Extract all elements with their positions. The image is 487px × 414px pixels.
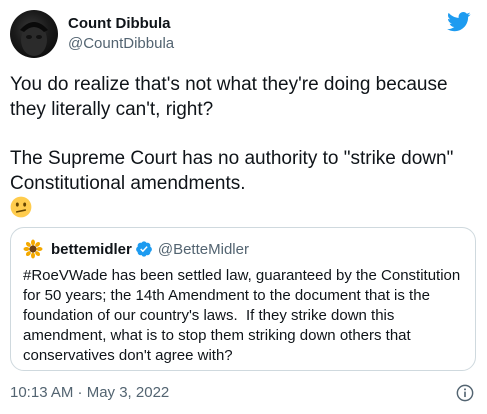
info-icon[interactable]: [456, 384, 474, 402]
quoted-tweet[interactable]: bettemidler @BetteMidler #RoeVWade has b…: [10, 227, 476, 371]
verified-badge-icon: [135, 241, 152, 257]
author-names: Count Dibbula @CountDibbula: [68, 14, 174, 54]
quoted-author-handle[interactable]: @BetteMidler: [158, 241, 249, 258]
author-avatar[interactable]: [10, 10, 58, 58]
author-handle[interactable]: @CountDibbula: [68, 34, 174, 54]
tweet-header: Count Dibbula @CountDibbula: [10, 10, 477, 58]
tweet-body-paragraph-2: The Supreme Court has no authority to "s…: [10, 148, 454, 194]
tweet-body-paragraph-1: You do realize that's not what they're d…: [10, 74, 448, 120]
twitter-logo-icon[interactable]: [447, 12, 471, 32]
tweet-footer: 10:13 AM · May 3, 2022: [10, 382, 476, 404]
tweet-body: You do realize that's not what they're d…: [10, 72, 476, 221]
tweet-timestamp[interactable]: 10:13 AM · May 3, 2022: [10, 384, 169, 401]
quoted-tweet-text: #RoeVWade has been settled law, guarante…: [23, 267, 465, 364]
quoted-author-display-name[interactable]: bettemidler: [51, 241, 132, 258]
tweet-card: Count Dibbula @CountDibbula You do reali…: [0, 0, 487, 414]
confused-face-icon: [10, 196, 32, 218]
author-display-name[interactable]: Count Dibbula: [68, 14, 174, 34]
quoted-tweet-header: bettemidler @BetteMidler: [23, 238, 249, 260]
quoted-author-avatar[interactable]: [23, 239, 43, 259]
